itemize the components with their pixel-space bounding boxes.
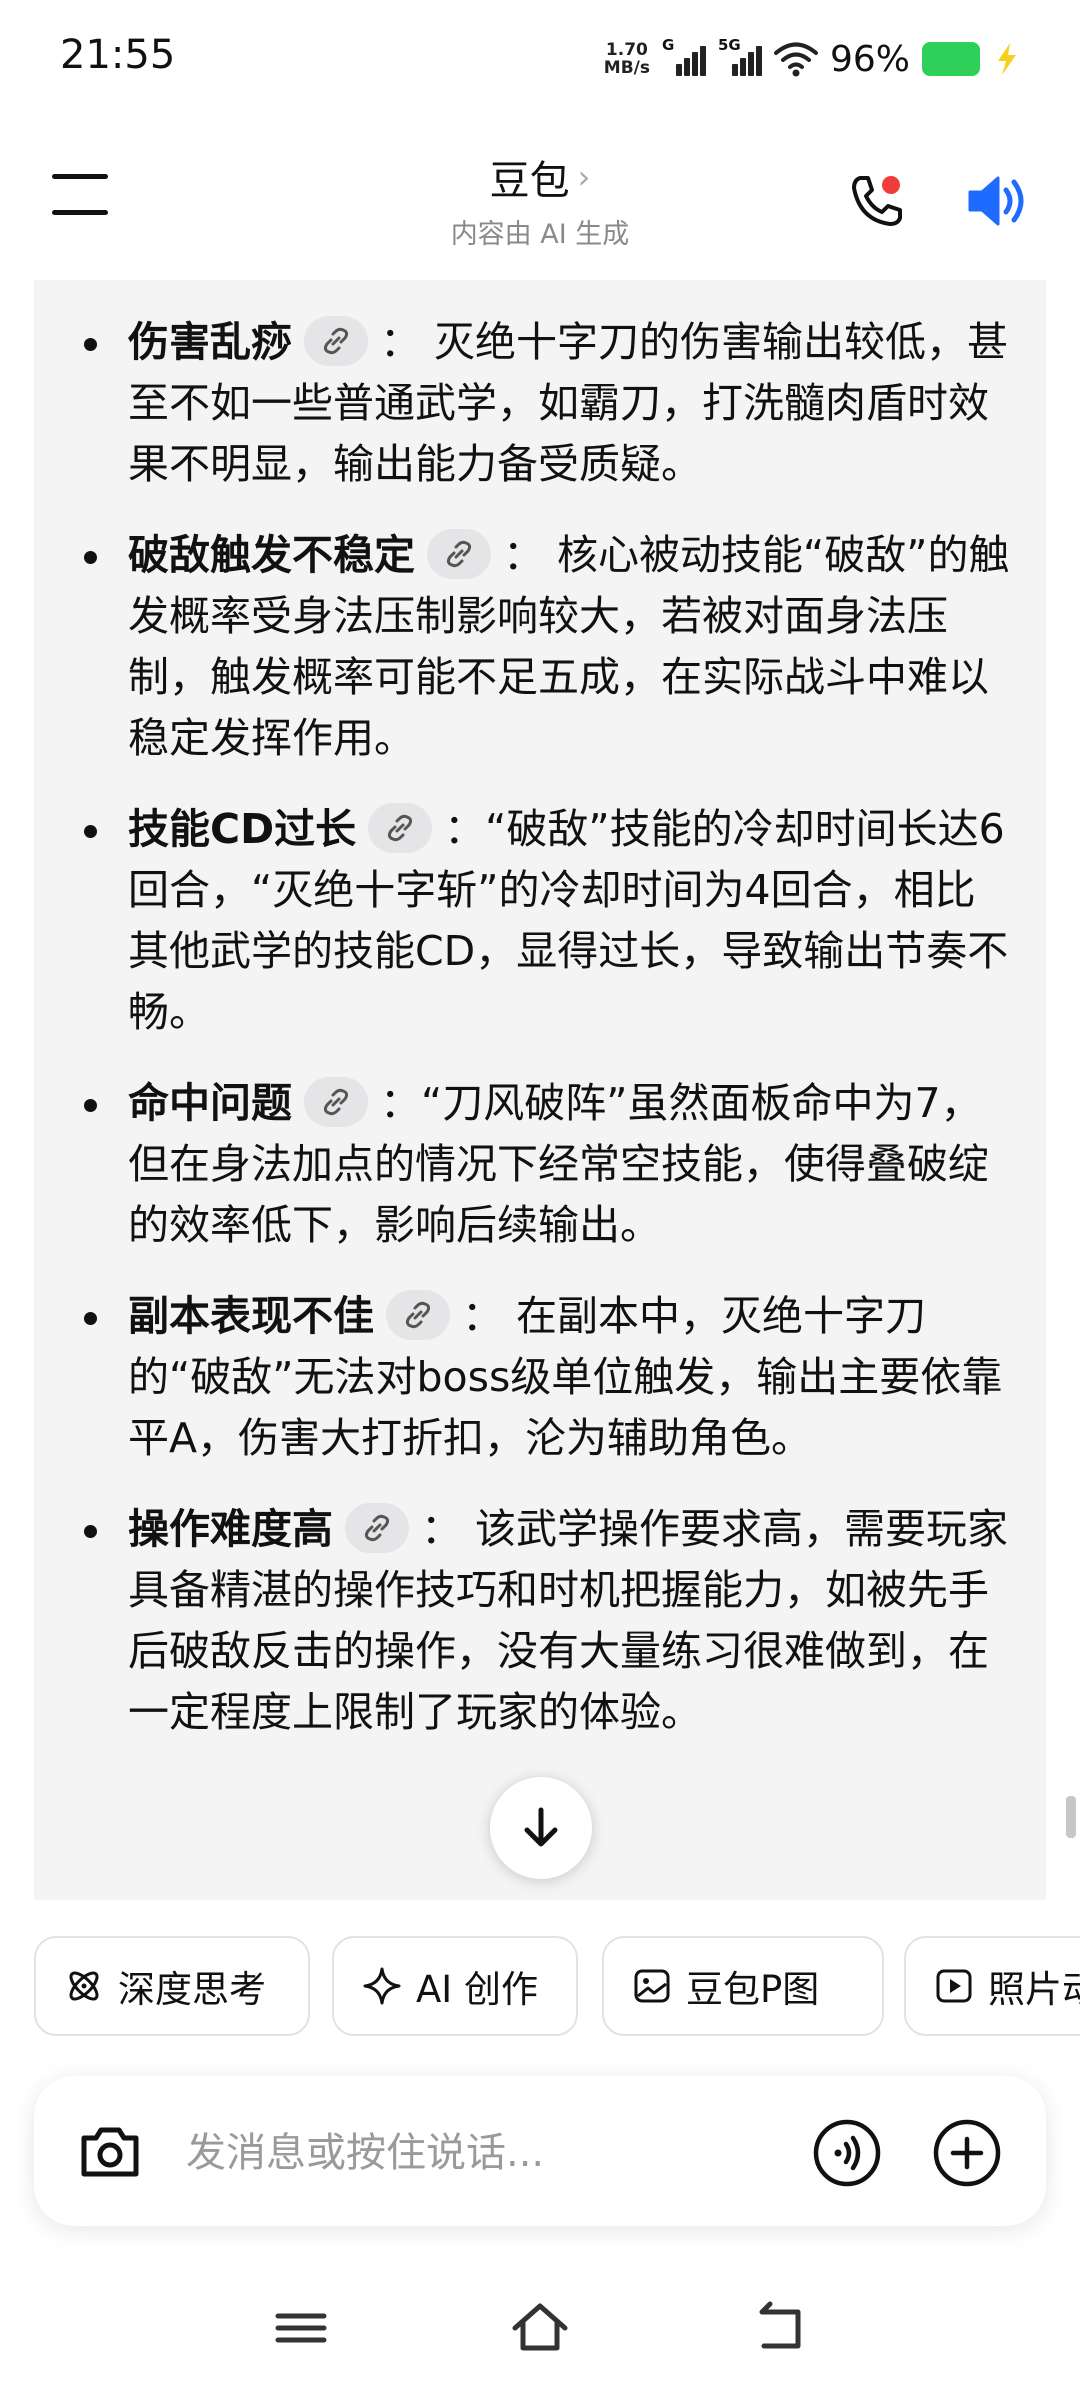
- chip-photo-animate[interactable]: 照片动起来: [904, 1936, 1080, 2036]
- recent-apps-button[interactable]: [266, 2298, 336, 2358]
- bullet-icon: [84, 1312, 97, 1325]
- list-item: 伤害乱痧： 灭绝十字刀的伤害输出较低，甚至不如一些普通武学，如霸刀，打洗髓肉盾时…: [34, 312, 1016, 495]
- image-edit-icon: [634, 1969, 670, 2003]
- reference-link-icon[interactable]: [368, 803, 433, 853]
- wifi-icon: [773, 42, 818, 77]
- chat-title-text: 豆包: [489, 158, 570, 204]
- home-button[interactable]: [505, 2298, 575, 2358]
- quick-actions: 深度思考 AI 创作 豆包P图 照片动起来: [34, 1936, 1080, 2040]
- list-item: 技能CD过长 ：“破敌”技能的冷却时间长达6回合，“灭绝十字斩”的冷却时间为4回合…: [34, 799, 1016, 1043]
- signal-icon: 5G: [718, 36, 762, 78]
- speaker-button[interactable]: [960, 166, 1034, 236]
- arrow-down-icon: [524, 1807, 558, 1847]
- play-icon: [936, 1969, 972, 2003]
- app-header: 豆包 › 内容由 AI 生成: [0, 118, 1080, 280]
- chip-label: 豆包P图: [686, 1968, 820, 2011]
- message-input[interactable]: [184, 2116, 828, 2190]
- chevron-right-icon: ›: [577, 158, 591, 196]
- bullet-icon: [84, 1525, 97, 1538]
- phone-call-button[interactable]: [840, 166, 910, 236]
- bullet-icon: [84, 825, 97, 838]
- reference-link-icon[interactable]: [427, 529, 491, 579]
- title-area: 豆包 › 内容由 AI 生成: [0, 148, 1080, 251]
- network-speed-unit: MB/s: [603, 58, 650, 78]
- camera-button[interactable]: [74, 2116, 146, 2188]
- bullet-list: 伤害乱痧： 灭绝十字刀的伤害输出较低，甚至不如一些普通武学，如霸刀，打洗髓肉盾时…: [34, 280, 1046, 1743]
- voice-wave-icon: [813, 2119, 881, 2187]
- sim2-label: 5G: [717, 36, 741, 54]
- back-button[interactable]: [746, 2298, 816, 2358]
- status-time: 21:55: [60, 32, 176, 78]
- notification-dot: [882, 176, 900, 194]
- system-nav-bar: [0, 2268, 1080, 2388]
- signal-icon: G: [662, 36, 706, 78]
- bullet-icon: [84, 1099, 97, 1112]
- list-item: 命中问题 ：“刀风破阵”虽然面板命中为7，但在身法加点的情况下经常空技能，使得叠破…: [34, 1073, 1016, 1256]
- home-icon: [512, 2303, 568, 2351]
- battery-percent: 96%: [829, 38, 910, 80]
- reference-link-icon[interactable]: [304, 316, 368, 366]
- message-input-bar: [34, 2076, 1046, 2226]
- plus-icon: [933, 2119, 1001, 2187]
- chip-label: 深度思考: [118, 1968, 266, 2011]
- item-term: 伤害乱痧: [128, 318, 292, 366]
- ai-generated-notice: 内容由 AI 生成: [450, 219, 630, 250]
- item-term: 副本表现不佳: [128, 1292, 374, 1340]
- chip-ai-create[interactable]: AI 创作: [332, 1936, 578, 2036]
- charging-icon: [998, 43, 1016, 75]
- network-speed: 1.70 MB/s: [604, 41, 650, 77]
- atom-icon: [69, 1971, 99, 2001]
- chat-title[interactable]: 豆包 ›: [490, 148, 591, 206]
- list-item: 副本表现不佳： 在副本中，灭绝十字刀的“破敌”无法对boss级单位触发，输出主要…: [34, 1286, 1016, 1469]
- scroll-to-bottom-button[interactable]: [490, 1777, 592, 1879]
- speaker-icon: [968, 176, 1024, 226]
- list-item: 破敌触发不稳定： 核心被动技能“破敌”的触发概率受身法压制影响较大，若被对面身法…: [34, 525, 1016, 769]
- back-icon: [759, 2301, 801, 2349]
- add-button[interactable]: [932, 2118, 1002, 2188]
- chip-deep-thinking[interactable]: 深度思考: [34, 1936, 310, 2036]
- bullet-icon: [84, 551, 97, 564]
- bullet-icon: [84, 338, 97, 351]
- scrollbar-thumb[interactable]: [1066, 1796, 1076, 1838]
- chip-label: AI 创作: [416, 1968, 538, 2011]
- network-speed-value: 1.70: [605, 40, 648, 60]
- camera-icon: [81, 2127, 139, 2177]
- sparkle-icon: [363, 1967, 401, 2005]
- voice-button[interactable]: [812, 2118, 882, 2188]
- battery-icon: [922, 42, 980, 76]
- message-content: 伤害乱痧： 灭绝十字刀的伤害输出较低，甚至不如一些普通武学，如霸刀，打洗髓肉盾时…: [34, 280, 1046, 1900]
- item-term: 技能CD过长: [128, 805, 357, 853]
- chip-photo-edit[interactable]: 豆包P图: [602, 1936, 884, 2036]
- status-bar: 21:55 1.70 MB/s G 5G 96%: [0, 0, 1080, 118]
- status-icons: 1.70 MB/s G 5G 96%: [604, 34, 1020, 84]
- reference-link-icon[interactable]: [304, 1077, 368, 1127]
- item-term: 操作难度高: [128, 1505, 333, 1553]
- reference-link-icon[interactable]: [345, 1503, 409, 1553]
- item-term: 命中问题: [128, 1079, 292, 1127]
- sim1-label: G: [661, 36, 675, 54]
- list-item: 操作难度高： 该武学操作要求高，需要玩家具备精湛的操作技巧和时机把握能力，如被先…: [34, 1499, 1016, 1743]
- phone-icon: [852, 176, 902, 226]
- chip-label: 照片动起来: [988, 1968, 1080, 2011]
- item-term: 破敌触发不稳定: [128, 531, 415, 579]
- menu-lines-icon: [275, 2313, 327, 2343]
- reference-link-icon[interactable]: [386, 1290, 450, 1340]
